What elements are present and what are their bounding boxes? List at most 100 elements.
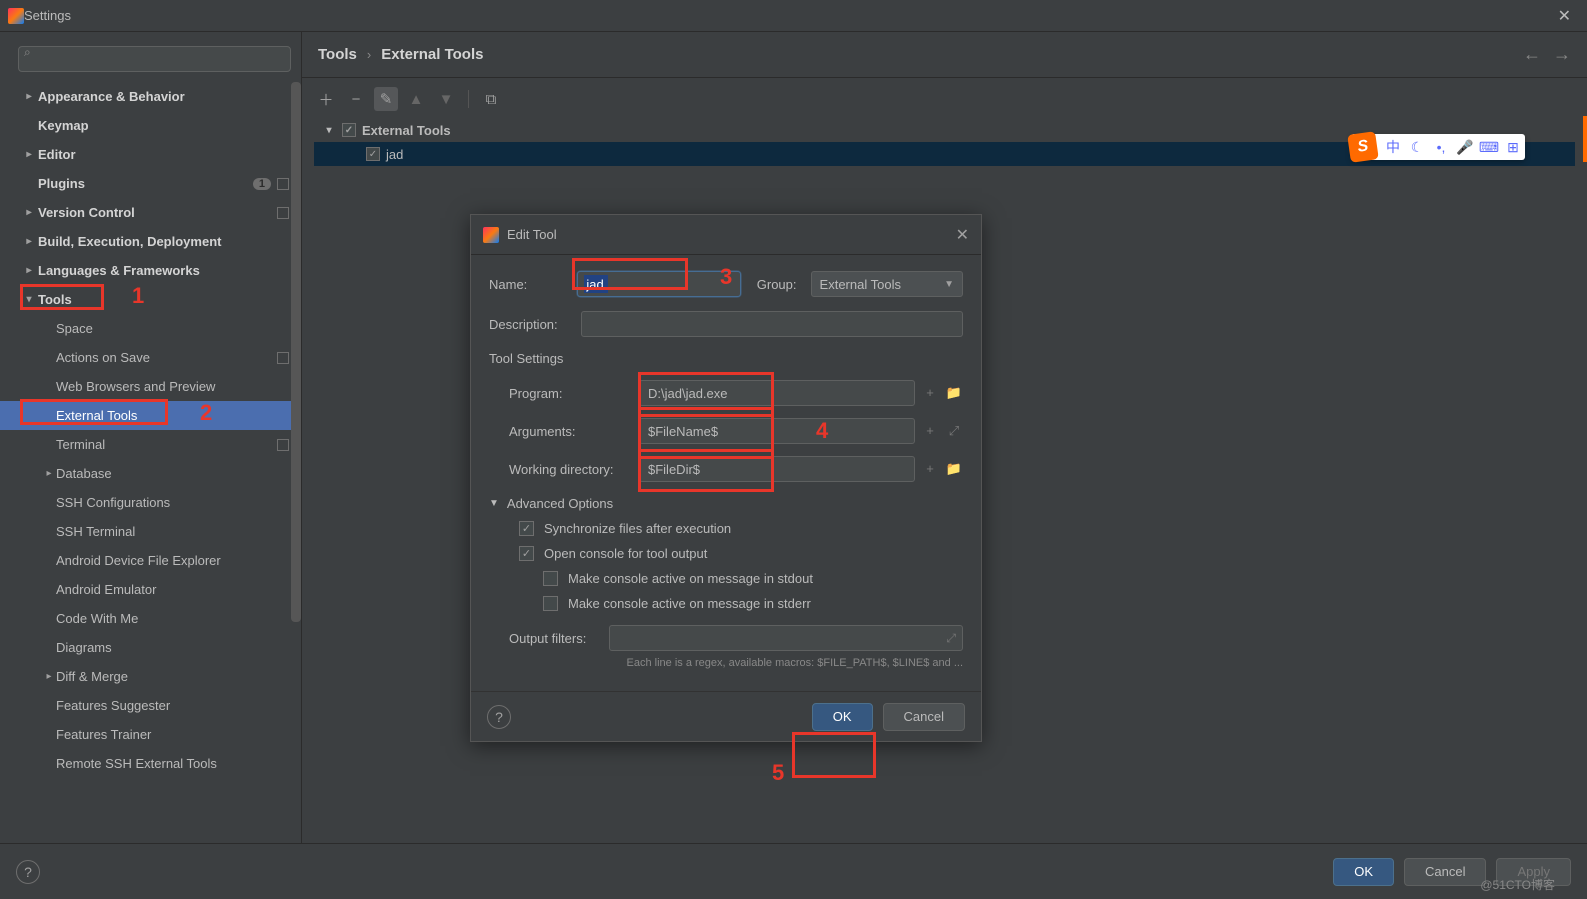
remove-button[interactable]: − [344,87,368,111]
chevron-down-icon: ▼ [489,498,499,509]
sidebar-scrollbar[interactable] [291,82,301,622]
settings-tree[interactable]: Appearance & Behavior Keymap Editor Plug… [0,82,301,843]
sidebar-item-diff-merge[interactable]: Diff & Merge [0,662,301,691]
settings-cancel-button[interactable]: Cancel [1404,858,1486,886]
move-up-button[interactable]: ▲ [404,87,428,111]
accent-edge [1583,116,1587,162]
checkbox-icon [543,571,558,586]
sidebar-item-plugins[interactable]: Plugins 1 [0,169,301,198]
breadcrumb-leaf: External Tools [381,46,483,63]
sync-files-checkbox[interactable]: ✓ Synchronize files after execution [519,521,963,536]
microphone-icon[interactable]: 🎤 [1453,139,1477,156]
arguments-label: Arguments: [509,424,639,439]
insert-macro-icon[interactable]: + [921,385,939,401]
sidebar-item-diagrams[interactable]: Diagrams [0,633,301,662]
output-filters-hint: Each line is a regex, available macros: … [489,657,963,669]
console-stdout-checkbox[interactable]: Make console active on message in stdout [543,571,963,586]
breadcrumb-root[interactable]: Tools [318,46,357,63]
breadcrumb-sep-icon: › [367,47,371,62]
dialog-close-icon[interactable]: ✕ [956,225,969,245]
output-filters-label: Output filters: [509,631,609,646]
description-input[interactable] [581,311,963,337]
sidebar-item-database[interactable]: Database [0,459,301,488]
settings-search-input[interactable] [18,46,291,72]
sidebar-item-tools[interactable]: Tools [0,285,301,314]
sidebar-item-ssh-terminal[interactable]: SSH Terminal [0,517,301,546]
help-icon[interactable]: ? [16,860,40,884]
sidebar-item-features-suggester[interactable]: Features Suggester [0,691,301,720]
console-stderr-checkbox[interactable]: Make console active on message in stderr [543,596,963,611]
program-input[interactable] [639,380,915,406]
sidebar-item-android-emulator[interactable]: Android Emulator [0,575,301,604]
sidebar-item-version-control[interactable]: Version Control [0,198,301,227]
ime-lang[interactable]: 中 [1381,137,1405,157]
app-icon [483,227,499,243]
insert-macro-icon[interactable]: + [921,423,939,439]
insert-macro-icon[interactable]: + [921,461,939,477]
output-filters-input[interactable]: ⤢ [609,625,963,651]
keyboard-icon[interactable]: ⌨ [1477,139,1501,156]
plugins-badge: 1 [253,178,271,190]
checkbox-icon: ✓ [519,546,534,561]
checkbox-icon[interactable]: ✓ [342,123,356,137]
sidebar-item-terminal[interactable]: Terminal [0,430,301,459]
checkbox-icon[interactable]: ✓ [366,147,380,161]
ime-logo-icon[interactable]: S [1347,131,1379,163]
advanced-options-toggle[interactable]: ▼ Advanced Options [489,496,963,511]
sidebar-item-remote-ssh[interactable]: Remote SSH External Tools [0,749,301,778]
copy-button[interactable]: ⧉ [479,87,503,111]
external-tools-toolbar: ＋ − ✎ ▲ ▼ ⧉ [302,84,1587,114]
expand-icon[interactable]: ⤢ [945,423,963,439]
ime-toolbar[interactable]: S 中 ☾ •, 🎤 ⌨ ⊞ [1351,134,1525,160]
sidebar-item-code-with-me[interactable]: Code With Me [0,604,301,633]
dialog-title: Edit Tool [507,227,557,242]
edit-tool-dialog: Edit Tool ✕ Name: jad Group: External To… [470,214,982,742]
name-input-selection: jad [584,275,608,293]
project-scope-icon [277,352,289,364]
checkbox-icon: ✓ [519,521,534,536]
sidebar-item-external-tools[interactable]: External Tools [0,401,301,430]
open-console-checkbox[interactable]: ✓ Open console for tool output [519,546,963,561]
toolbar-separator [468,90,469,108]
browse-folder-icon[interactable]: 📁 [945,461,963,477]
expand-icon[interactable]: ⤢ [946,631,956,646]
browse-folder-icon[interactable]: 📁 [945,385,963,401]
sidebar-item-web-browsers[interactable]: Web Browsers and Preview [0,372,301,401]
arguments-input[interactable] [639,418,915,444]
settings-ok-button[interactable]: OK [1333,858,1394,886]
sidebar-item-ssh-configs[interactable]: SSH Configurations [0,488,301,517]
move-down-button[interactable]: ▼ [434,87,458,111]
working-dir-input[interactable] [639,456,915,482]
sidebar-item-appearance[interactable]: Appearance & Behavior [0,82,301,111]
sidebar-item-actions-on-save[interactable]: Actions on Save [0,343,301,372]
project-scope-icon [277,439,289,451]
app-icon [8,8,24,24]
dialog-ok-button[interactable]: OK [812,703,873,731]
dialog-cancel-button[interactable]: Cancel [883,703,965,731]
chevron-down-icon: ▾ [322,125,336,136]
window-close-icon[interactable]: ✕ [1550,6,1579,26]
sidebar-item-build[interactable]: Build, Execution, Deployment [0,227,301,256]
group-combobox[interactable]: External Tools ▼ [811,271,963,297]
ime-punct-icon[interactable]: •, [1429,139,1453,155]
nav-back-icon[interactable]: ← [1523,44,1541,65]
tool-settings-heading: Tool Settings [489,351,963,366]
settings-footer: ? OK Cancel Apply [0,843,1587,899]
help-icon[interactable]: ? [487,705,511,729]
checkbox-icon [543,596,558,611]
sidebar-item-android-device[interactable]: Android Device File Explorer [0,546,301,575]
add-button[interactable]: ＋ [314,87,338,111]
sidebar-item-languages[interactable]: Languages & Frameworks [0,256,301,285]
edit-button[interactable]: ✎ [374,87,398,111]
window-titlebar: Settings ✕ [0,0,1587,32]
moon-icon[interactable]: ☾ [1405,139,1429,156]
grid-icon[interactable]: ⊞ [1501,139,1525,156]
sidebar-item-space[interactable]: Space [0,314,301,343]
sidebar-item-features-trainer[interactable]: Features Trainer [0,720,301,749]
sidebar-item-editor[interactable]: Editor [0,140,301,169]
sidebar-item-keymap[interactable]: Keymap [0,111,301,140]
working-dir-label: Working directory: [509,462,639,477]
nav-forward-icon[interactable]: → [1553,44,1571,65]
program-label: Program: [509,386,639,401]
group-label: Group: [757,277,811,292]
